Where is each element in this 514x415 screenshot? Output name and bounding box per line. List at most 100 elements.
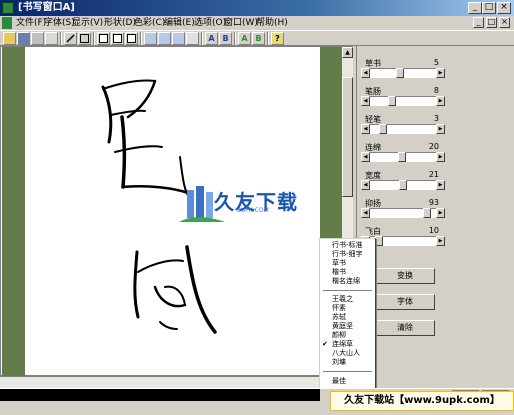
font-b-button[interactable]: B [219, 32, 232, 45]
watermark-subtext: 9UPK.COM [237, 207, 269, 214]
slider-arrow-icon[interactable]: ▶ [436, 68, 445, 78]
menu-item[interactable]: 八大山人 [332, 349, 360, 358]
toolbar-separator [201, 32, 203, 45]
layout-3-icon[interactable] [125, 32, 138, 45]
menu-font[interactable]: 字体(S) [44, 16, 75, 30]
slider-arrow-icon[interactable]: ◀ [361, 208, 370, 218]
left-margin [2, 47, 25, 377]
font-a-button[interactable]: A [205, 32, 218, 45]
horizontal-scrollbar[interactable] [0, 376, 353, 388]
menu-item[interactable]: 苏轼 [332, 313, 346, 322]
copy-icon[interactable] [158, 32, 171, 45]
slider-arrow-icon[interactable]: ▶ [436, 124, 445, 134]
slider-thumb[interactable] [375, 236, 383, 246]
window-title: [书写窗口A] [18, 2, 75, 13]
print-preview-icon[interactable] [45, 32, 58, 45]
app-icon [2, 2, 14, 14]
slider-thumb[interactable] [388, 96, 396, 106]
menu-view[interactable]: 显示(V) [72, 16, 103, 30]
menu-color[interactable]: 色彩(C) [134, 16, 165, 30]
menu-shape[interactable]: 形状(D) [104, 16, 136, 30]
font-b2-button[interactable]: B [252, 32, 265, 45]
clear-button[interactable]: 清除 [375, 320, 435, 336]
menu-edit[interactable]: 编辑(E) [164, 16, 195, 30]
slider-thumb[interactable] [396, 68, 404, 78]
font-style-menu: 行书-标准 行书-细字 草书 楷书 楷名连绵 王羲之 怀素 苏轼 黄庭坚 颜柳 … [319, 238, 376, 394]
menu-options[interactable]: 选项(O) [194, 16, 226, 30]
print-icon[interactable] [31, 32, 44, 45]
maximize-button[interactable]: □ [482, 2, 496, 14]
control-value: 8 [433, 86, 439, 95]
scroll-thumb[interactable] [342, 77, 353, 197]
font-button[interactable]: 字体 [375, 294, 435, 310]
mdi-maximize-button[interactable]: □ [486, 17, 497, 28]
slider-arrow-icon[interactable]: ◀ [361, 124, 370, 134]
menu-separator [323, 290, 372, 292]
slider-arrow-icon[interactable]: ◀ [361, 68, 370, 78]
menu-window[interactable]: 窗口(W) [224, 16, 258, 30]
mdi-close-button[interactable]: × [499, 17, 510, 28]
menu-item[interactable]: 刘墉 [332, 358, 346, 367]
slider-thumb[interactable] [398, 152, 406, 162]
font-a2-button[interactable]: A [238, 32, 251, 45]
menu-separator [323, 371, 372, 373]
toolbar-separator [60, 32, 62, 45]
open-icon[interactable] [3, 32, 16, 45]
slider-arrow-icon[interactable]: ▶ [436, 236, 445, 246]
menu-help[interactable]: 帮助(H) [256, 16, 288, 30]
document-icon [2, 17, 12, 29]
menu-bar: 文件(F) 字体(S) 显示(V) 形状(D) 色彩(C) 编辑(E) 选项(O… [0, 16, 514, 30]
slider-width[interactable]: ◀ ▶ [361, 180, 445, 190]
menu-file[interactable]: 文件(F) [16, 16, 46, 30]
slider-stroke[interactable]: ◀ ▶ [361, 96, 445, 106]
save-icon[interactable] [17, 32, 30, 45]
slider-arrow-icon[interactable]: ◀ [361, 96, 370, 106]
transform-button[interactable]: 变换 [375, 268, 435, 284]
menu-item-checked[interactable]: 连绵草 [332, 340, 353, 349]
window-icon[interactable] [144, 32, 157, 45]
menu-item[interactable]: 楷书 [332, 268, 346, 277]
scroll-up-button[interactable]: ▲ [342, 47, 353, 58]
slider-arrow-icon[interactable]: ▶ [436, 152, 445, 162]
slider-arrow-icon[interactable]: ◀ [361, 152, 370, 162]
slider-arrow-icon[interactable]: ▶ [436, 180, 445, 190]
writing-canvas[interactable]: 久友下载 9UPK.COM ▲ [0, 46, 353, 377]
control-value: 5 [433, 58, 439, 67]
menu-item[interactable]: 楷名连绵 [332, 277, 360, 286]
menu-item[interactable]: 怀素 [332, 304, 346, 313]
slider-thumb[interactable] [379, 124, 387, 134]
slider-light-pen[interactable]: ◀ ▶ [361, 124, 445, 134]
paste-icon[interactable] [172, 32, 185, 45]
menu-item[interactable]: 颜柳 [332, 331, 346, 340]
menu-item[interactable]: 行书-细字 [332, 250, 363, 259]
control-value: 3 [433, 114, 439, 123]
slider-arrow-icon[interactable]: ◀ [361, 180, 370, 190]
check-icon: ✔ [322, 340, 328, 348]
help-button[interactable]: ? [271, 32, 284, 45]
slider-thumb[interactable] [399, 180, 407, 190]
slider-thumb[interactable] [423, 208, 431, 218]
layout-2-icon[interactable] [111, 32, 124, 45]
pen-icon[interactable] [64, 32, 77, 45]
menu-item[interactable]: 行书-标准 [332, 241, 363, 250]
slider-cursive[interactable]: ◀ ▶ [361, 68, 445, 78]
slider-arrow-icon[interactable]: ▶ [436, 208, 445, 218]
mdi-minimize-button[interactable]: _ [473, 17, 484, 28]
control-value: 21 [428, 170, 439, 179]
watermark-banner: 久友下载站【www.9upk.com】 [330, 391, 514, 411]
menu-item[interactable]: 王羲之 [332, 295, 353, 304]
toolbar-separator [267, 32, 269, 45]
minimize-button[interactable]: _ [468, 2, 482, 14]
menu-item[interactable]: 草书 [332, 259, 346, 268]
slider-cadence[interactable]: ◀ ▶ [361, 208, 445, 218]
toolbar: A B A B ? [0, 30, 514, 46]
control-value: 20 [428, 142, 439, 151]
slider-connect[interactable]: ◀ ▶ [361, 152, 445, 162]
menu-item[interactable]: 最佳 [332, 377, 346, 386]
frame-icon[interactable] [78, 32, 91, 45]
disabled-icon [186, 32, 199, 45]
slider-arrow-icon[interactable]: ▶ [436, 96, 445, 106]
layout-1-icon[interactable] [97, 32, 110, 45]
close-button[interactable]: × [497, 2, 511, 14]
menu-item[interactable]: 黄庭坚 [332, 322, 353, 331]
